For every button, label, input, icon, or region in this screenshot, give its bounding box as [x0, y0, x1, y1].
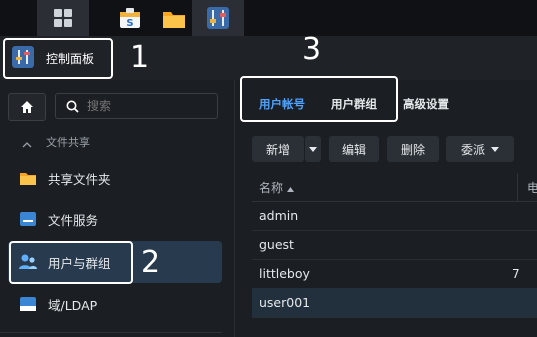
sidebar-item-file-services[interactable]: 文件服务: [8, 199, 222, 239]
sort-asc-icon: [286, 187, 294, 192]
table-row[interactable]: admin: [252, 201, 537, 231]
table-header: [252, 172, 537, 202]
row-name: littleboy: [259, 266, 310, 281]
svg-text:S: S: [126, 18, 133, 29]
sidebar-section-label: 文件共享: [46, 136, 90, 149]
annotation-box-1: [3, 38, 113, 79]
annotation-box-3: [240, 76, 398, 122]
table-row[interactable]: guest: [252, 230, 537, 260]
folder-icon: [18, 169, 38, 187]
annotation-number-1: 1: [130, 40, 150, 75]
sidebar-divider: [0, 332, 222, 333]
column-header-label: 名称: [259, 181, 284, 195]
row-name: guest: [259, 237, 294, 252]
annotation-number-3: 3: [302, 32, 322, 67]
delegate-button[interactable]: 委派: [446, 136, 514, 162]
row-extra: 7: [512, 266, 520, 281]
sidebar-item-shared-folder[interactable]: 共享文件夹: [8, 158, 222, 198]
domain-icon: [18, 295, 38, 313]
annotation-box-2: [9, 241, 133, 284]
main-menu-icon: [54, 9, 72, 27]
sidebar-item-label: 域/LDAP: [48, 297, 98, 313]
column-header-name[interactable]: 名称: [259, 179, 294, 196]
delete-button[interactable]: 删除: [387, 136, 439, 162]
column-divider: [517, 173, 518, 201]
table-row[interactable]: littleboy 7: [252, 259, 537, 289]
control-panel-icon: [207, 7, 229, 29]
collapse-chevron-icon[interactable]: [22, 134, 34, 148]
sidebar-item-label: 共享文件夹: [48, 171, 111, 187]
control-panel-taskbar-button[interactable]: [192, 0, 244, 36]
row-name: admin: [259, 208, 299, 223]
sidebar-item-domain-ldap[interactable]: 域/LDAP: [8, 284, 222, 324]
caret-down-icon: [491, 146, 499, 152]
file-services-icon: [18, 210, 38, 228]
create-dropdown-button[interactable]: [305, 136, 321, 162]
column-header-partial[interactable]: 电: [527, 179, 537, 196]
search-field[interactable]: [55, 93, 218, 119]
sidebar-item-label: 文件服务: [48, 212, 99, 228]
annotation-number-2: 2: [141, 245, 161, 280]
tab-advanced[interactable]: 高级设置: [403, 96, 449, 112]
caret-down-icon: [309, 146, 317, 152]
table-row-selected[interactable]: user001: [252, 288, 537, 318]
file-station-icon: [163, 12, 185, 28]
create-button[interactable]: 新增: [252, 136, 304, 162]
delegate-label: 委派: [460, 142, 485, 157]
main-menu-button[interactable]: [37, 0, 89, 36]
search-icon: [66, 100, 79, 113]
home-icon: [21, 101, 33, 113]
package-center-icon: S: [120, 8, 140, 29]
search-input[interactable]: [85, 98, 199, 114]
edit-button[interactable]: 编辑: [329, 136, 379, 162]
row-name: user001: [259, 295, 311, 310]
home-button[interactable]: [8, 93, 46, 121]
